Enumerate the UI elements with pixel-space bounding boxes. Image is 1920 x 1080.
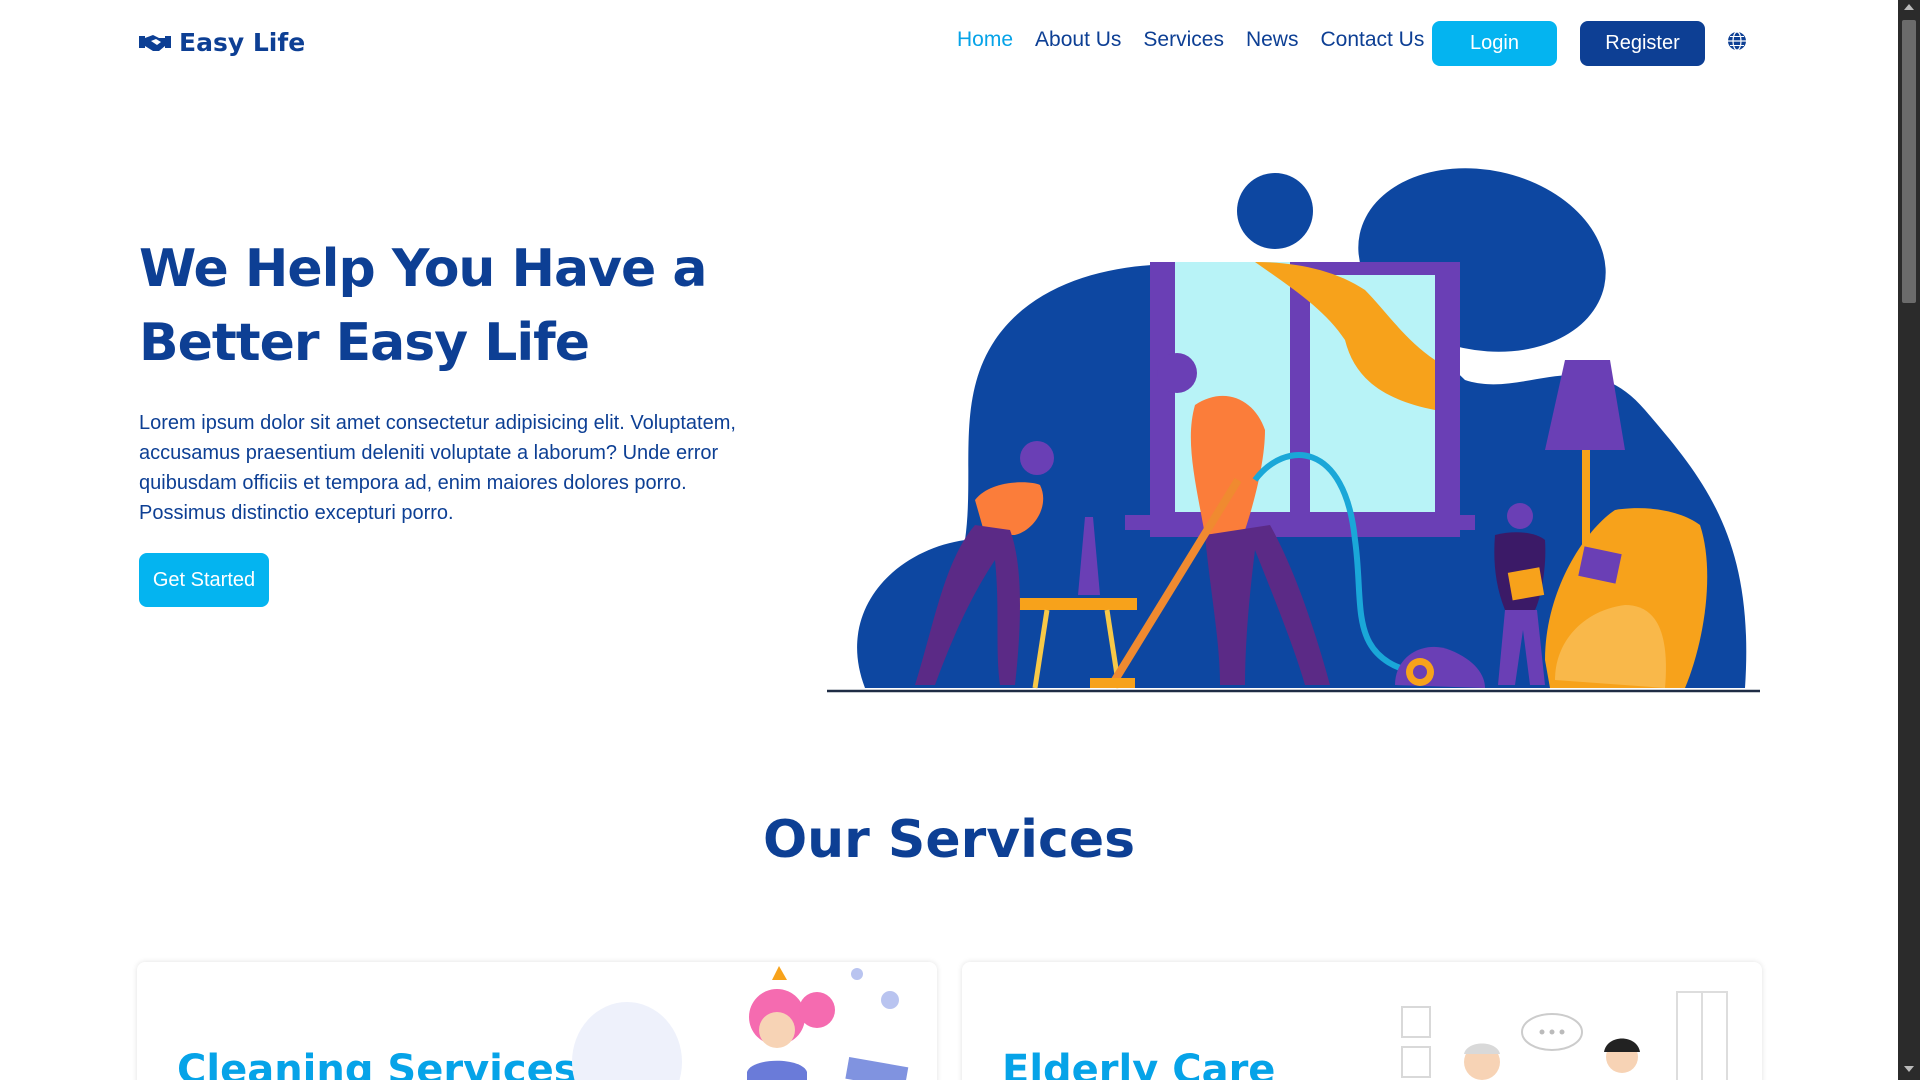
hero-description: Lorem ipsum dolor sit amet consectetur a…: [139, 412, 736, 524]
nav-links: Home About Us Services News Contact Us: [957, 28, 1424, 52]
service-card-cleaning[interactable]: Cleaning Services: [137, 962, 937, 1080]
service-card-title: Cleaning Services: [177, 1047, 578, 1080]
navbar: Easy Life Home About Us Services News Co…: [0, 0, 1898, 90]
nav-link-news[interactable]: News: [1246, 28, 1299, 52]
hero-illustration: [827, 168, 1760, 693]
globe-icon[interactable]: [1727, 31, 1747, 51]
scroll-down-arrow-icon[interactable]: [1904, 1066, 1914, 1072]
handshake-icon: [139, 34, 171, 51]
get-started-button[interactable]: Get Started: [139, 553, 269, 607]
hero-title: We Help You Have a Better Easy Life: [139, 239, 708, 373]
scroll-up-arrow-icon[interactable]: [1904, 4, 1914, 10]
nav-link-about[interactable]: About Us: [1035, 28, 1121, 52]
nav-link-contact[interactable]: Contact Us: [1320, 28, 1424, 52]
register-button[interactable]: Register: [1580, 21, 1705, 66]
page-scrollbar[interactable]: [1898, 0, 1920, 1080]
nav-link-services[interactable]: Services: [1143, 28, 1224, 52]
elderly-care-illustration: [1401, 991, 1728, 1080]
brand-name: Easy Life: [179, 28, 306, 57]
cleaning-illustration: [572, 966, 909, 1080]
scrollbar-thumb[interactable]: [1902, 20, 1916, 303]
service-card-elderly[interactable]: Elderly Care: [962, 962, 1762, 1080]
nav-link-home[interactable]: Home: [957, 28, 1013, 52]
brand-logo[interactable]: Easy Life: [139, 28, 305, 57]
login-button[interactable]: Login: [1432, 21, 1557, 66]
services-title: Our Services: [762, 810, 1136, 870]
service-card-title: Elderly Care: [1002, 1047, 1276, 1080]
